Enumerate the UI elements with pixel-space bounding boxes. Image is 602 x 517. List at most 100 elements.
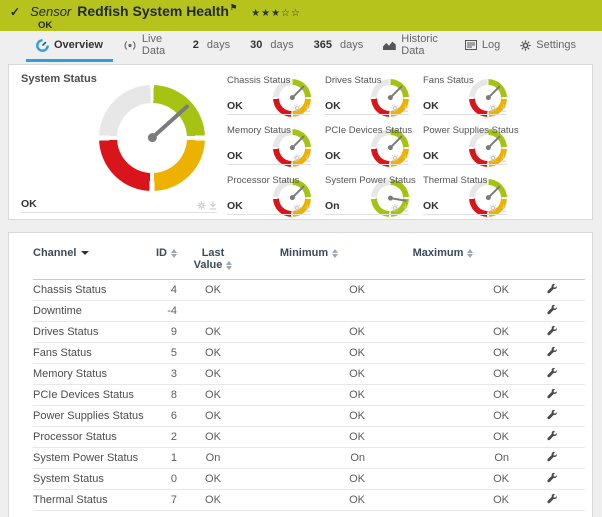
gear-icon[interactable] [489, 104, 497, 112]
sensor-status-badge: OK [38, 20, 592, 31]
channel-last-value: OK [177, 343, 249, 364]
channel-name: PCIe Devices Status [33, 385, 145, 406]
download-icon[interactable] [402, 204, 409, 212]
overview-panel: System Status OK Chassis Status OK Drive… [8, 64, 593, 220]
mini-gauge-value: OK [423, 100, 439, 112]
column-header-minimum[interactable]: Minimum [249, 243, 369, 280]
channel-minimum: On [249, 448, 369, 469]
channel-last-value: OK [177, 490, 249, 511]
channel-settings-wrench-icon[interactable] [546, 493, 557, 504]
system-status-gauge [99, 85, 205, 191]
settings-gear-icon [520, 40, 531, 51]
log-icon [465, 40, 477, 50]
tab-overview[interactable]: Overview [26, 31, 113, 62]
channel-last-value: OK [177, 406, 249, 427]
tab-settings[interactable]: Settings [510, 31, 586, 62]
column-header-id[interactable]: ID [145, 243, 177, 280]
tab-365-days[interactable]: 365days [304, 31, 374, 62]
mini-gauge-cell: Processor Status OK [223, 171, 321, 221]
channel-maximum: OK [369, 406, 517, 427]
tab-2-days[interactable]: 2days [183, 31, 240, 62]
table-row: Drives Status 9 OK OK OK [33, 322, 585, 343]
column-header-last-value[interactable]: Last Value [177, 243, 249, 280]
channel-minimum: OK [249, 364, 369, 385]
channel-settings-wrench-icon[interactable] [546, 430, 557, 441]
download-icon[interactable] [402, 154, 409, 162]
mini-gauge-value: OK [227, 100, 243, 112]
channel-last-value: On [177, 448, 249, 469]
download-icon[interactable] [500, 204, 507, 212]
tab-log[interactable]: Log [455, 31, 510, 62]
mini-gauge-cell: Power Supplies Status OK [419, 121, 517, 171]
table-row: Downtime -4 [33, 301, 585, 322]
channel-settings-wrench-icon[interactable] [546, 283, 557, 294]
channel-settings-wrench-icon[interactable] [546, 388, 557, 399]
mini-gauge-label: System Power Status [325, 175, 416, 186]
mini-gauge-label: Fans Status [423, 75, 474, 86]
gear-icon[interactable] [489, 154, 497, 162]
gear-icon[interactable] [391, 154, 399, 162]
channel-last-value [177, 301, 249, 322]
channel-id: 2 [145, 427, 177, 448]
channel-id: 9 [145, 322, 177, 343]
column-header-channel[interactable]: Channel [33, 243, 145, 280]
priority-flag-icon[interactable]: ⚑ [230, 3, 237, 12]
download-icon[interactable] [304, 104, 311, 112]
channel-table: Channel ID Last Value Minimum Maximum Ch… [33, 243, 585, 511]
tab-bar: Overview Live Data 2days 30days 365days … [0, 31, 602, 62]
channel-id: 3 [145, 364, 177, 385]
table-row: System Power Status 1 On On On [33, 448, 585, 469]
system-status-label: System Status [21, 73, 97, 85]
channel-table-panel: Channel ID Last Value Minimum Maximum Ch… [8, 232, 593, 517]
mini-gauge-cell: Fans Status OK [419, 71, 517, 121]
channel-minimum: OK [249, 406, 369, 427]
system-status-cell: System Status OK [9, 69, 223, 219]
channel-id: 6 [145, 406, 177, 427]
gauge-needle [151, 104, 190, 140]
tab-live-data[interactable]: Live Data [113, 31, 183, 62]
tab-30-days[interactable]: 30days [240, 31, 304, 62]
channel-name: Thermal Status [33, 490, 145, 511]
tab-historic-data[interactable]: Historic Data [373, 31, 455, 62]
table-row: Chassis Status 4 OK OK OK [33, 280, 585, 301]
gear-icon[interactable] [197, 201, 206, 210]
channel-maximum: OK [369, 469, 517, 490]
download-icon[interactable] [500, 104, 507, 112]
gauge-needle [291, 85, 304, 98]
channel-minimum: OK [249, 427, 369, 448]
mini-gauge-value: OK [325, 150, 341, 162]
priority-stars[interactable]: ★★★☆☆ [251, 8, 301, 19]
mini-gauge-cell: Chassis Status OK [223, 71, 321, 121]
mini-gauge-grid: Chassis Status OK Drives Status OK Fans … [223, 71, 517, 219]
channel-settings-wrench-icon[interactable] [546, 367, 557, 378]
mini-gauge-label: Thermal Status [423, 175, 487, 186]
download-icon[interactable] [500, 154, 507, 162]
channel-minimum: OK [249, 343, 369, 364]
table-row: Processor Status 2 OK OK OK [33, 427, 585, 448]
channel-settings-wrench-icon[interactable] [546, 304, 557, 315]
gear-icon[interactable] [391, 104, 399, 112]
column-header-maximum[interactable]: Maximum [369, 243, 517, 280]
download-icon[interactable] [402, 104, 409, 112]
gear-icon[interactable] [489, 204, 497, 212]
download-icon[interactable] [304, 204, 311, 212]
download-icon[interactable] [209, 201, 217, 210]
channel-name: Memory Status [33, 364, 145, 385]
channel-last-value: OK [177, 322, 249, 343]
gear-icon[interactable] [293, 104, 301, 112]
channel-maximum: OK [369, 385, 517, 406]
channel-settings-wrench-icon[interactable] [546, 325, 557, 336]
download-icon[interactable] [304, 154, 311, 162]
channel-minimum: OK [249, 469, 369, 490]
channel-maximum: OK [369, 427, 517, 448]
channel-settings-wrench-icon[interactable] [546, 346, 557, 357]
table-row: System Status 0 OK OK OK [33, 469, 585, 490]
gear-icon[interactable] [293, 154, 301, 162]
channel-settings-wrench-icon[interactable] [546, 451, 557, 462]
channel-settings-wrench-icon[interactable] [546, 472, 557, 483]
gear-icon[interactable] [391, 204, 399, 212]
sort-icon [467, 249, 473, 258]
channel-settings-wrench-icon[interactable] [546, 409, 557, 420]
channel-last-value: OK [177, 364, 249, 385]
gear-icon[interactable] [293, 204, 301, 212]
